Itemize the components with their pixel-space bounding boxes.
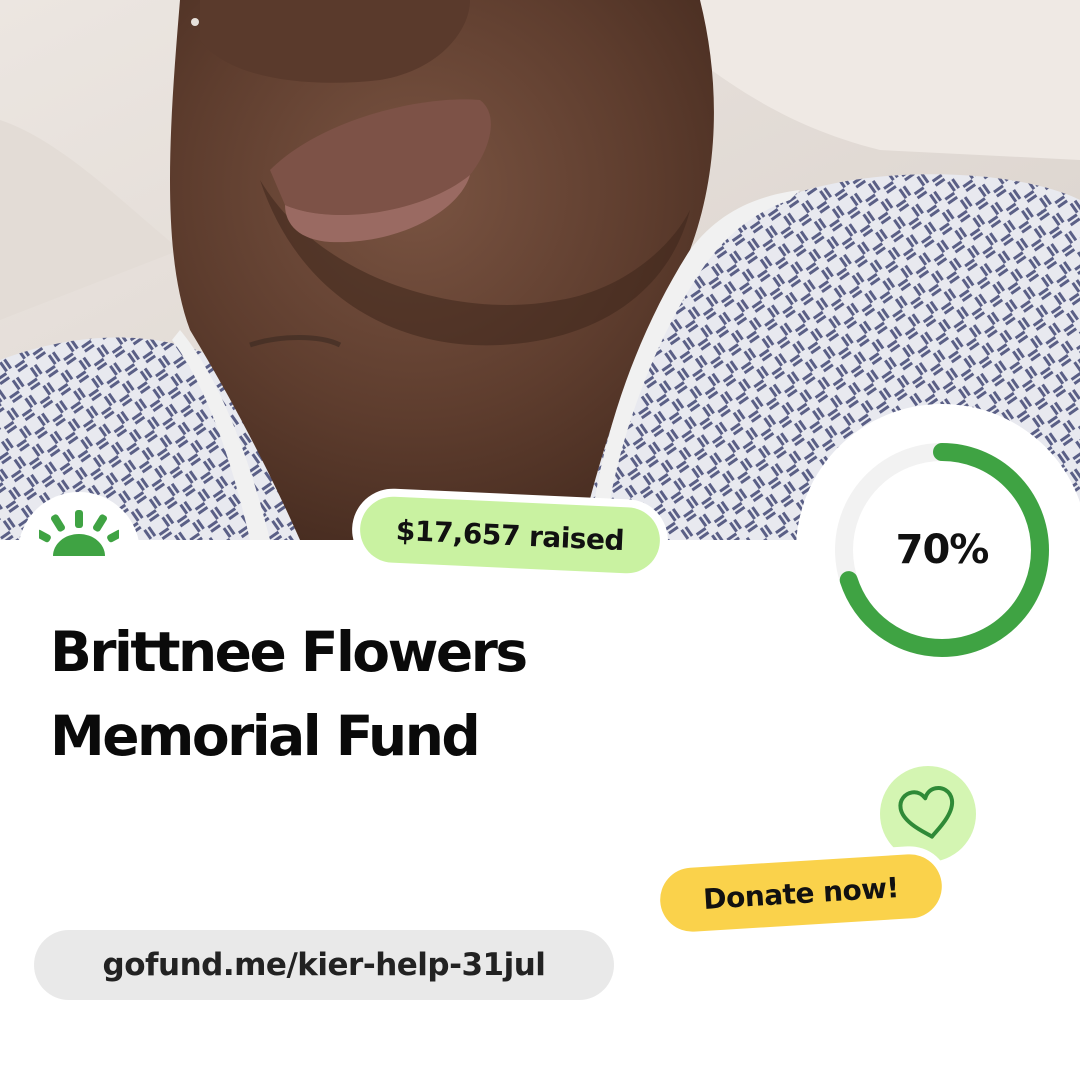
progress-ring: 70%	[796, 404, 1080, 696]
gofundme-sun-logo-icon	[39, 510, 119, 556]
campaign-title-line-1: Brittnee Flowers	[50, 620, 528, 684]
raised-pill: $17,657 raised	[358, 495, 662, 575]
donate-button[interactable]: Donate now!	[658, 852, 944, 934]
campaign-url[interactable]: gofund.me/kier-help-31jul	[103, 947, 546, 983]
campaign-card: $17,657 raised 70% Brittnee Flowers Memo…	[0, 0, 1080, 1080]
raised-badge: $17,657 raised	[350, 486, 670, 584]
progress-percent: 70%	[895, 527, 990, 573]
raised-amount: $17,657 raised	[395, 513, 625, 557]
donate-label: Donate now!	[702, 870, 900, 916]
heart-icon	[898, 786, 954, 839]
campaign-title: Brittnee Flowers Memorial Fund	[50, 610, 690, 778]
campaign-title-line-2: Memorial Fund	[50, 704, 481, 768]
campaign-url-pill[interactable]: gofund.me/kier-help-31jul	[34, 930, 614, 1000]
